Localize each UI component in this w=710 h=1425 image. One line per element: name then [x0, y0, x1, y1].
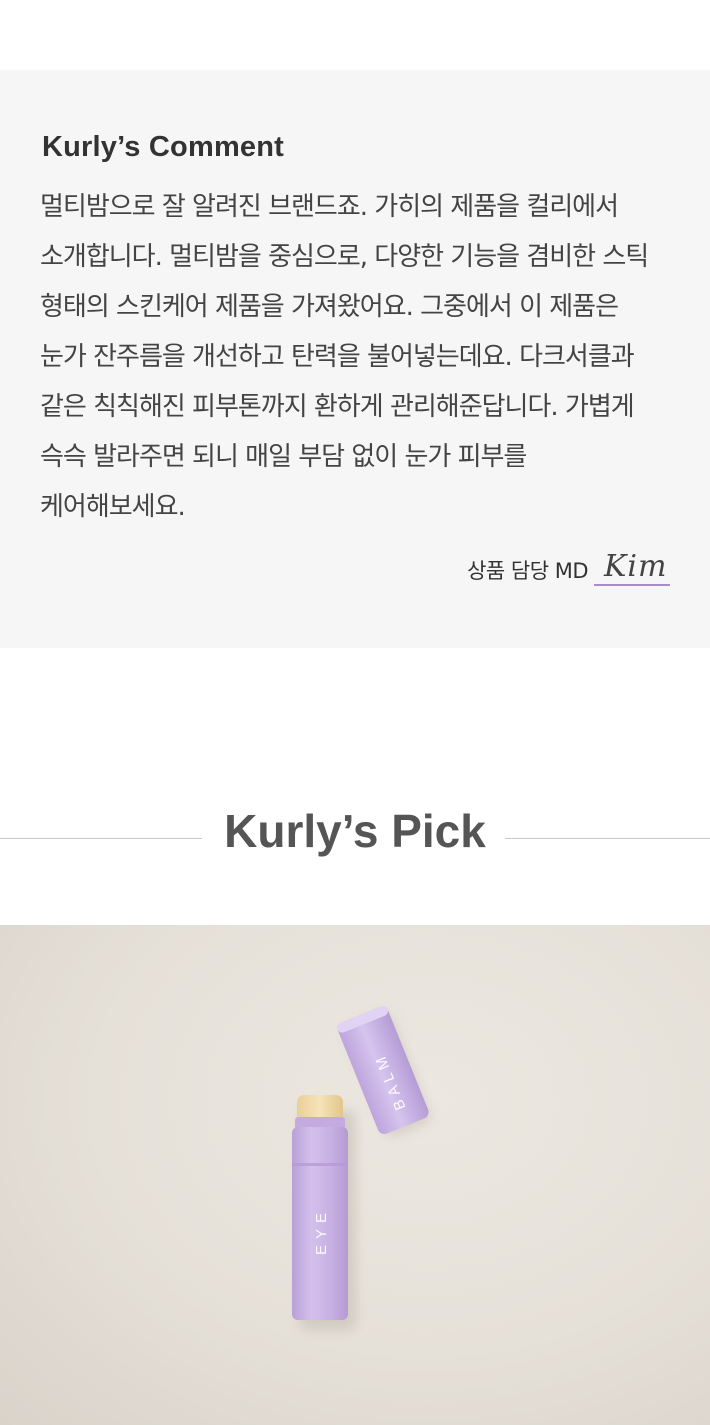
top-spacer	[0, 0, 710, 70]
eye-stick: EYE	[292, 1095, 348, 1320]
divider-line-right	[505, 838, 710, 839]
comment-title: Kurly’s Comment	[42, 131, 285, 163]
kurly-pick-header: Kurly’s Pick	[0, 798, 710, 873]
stick-groove	[292, 1163, 348, 1166]
kurly-comment-section: Kurly’s Comment 멀티밤으로 잘 알려진 브랜드죠. 가히의 제품…	[0, 70, 710, 648]
comment-body: 멀티밤으로 잘 알려진 브랜드죠. 가히의 제품을 컬리에서 소개합니다. 멀티…	[40, 192, 649, 522]
stick-label: EYE	[313, 1207, 330, 1255]
md-signature: 상품 담당 MD Kim	[467, 550, 670, 586]
signature-label: 상품 담당 MD	[467, 559, 588, 583]
pick-title: Kurly’s Pick	[224, 805, 486, 857]
signature-name: Kim	[594, 550, 670, 586]
product-photo: EYE BALM	[0, 925, 710, 1425]
product-illustration: EYE BALM	[292, 1006, 431, 1330]
